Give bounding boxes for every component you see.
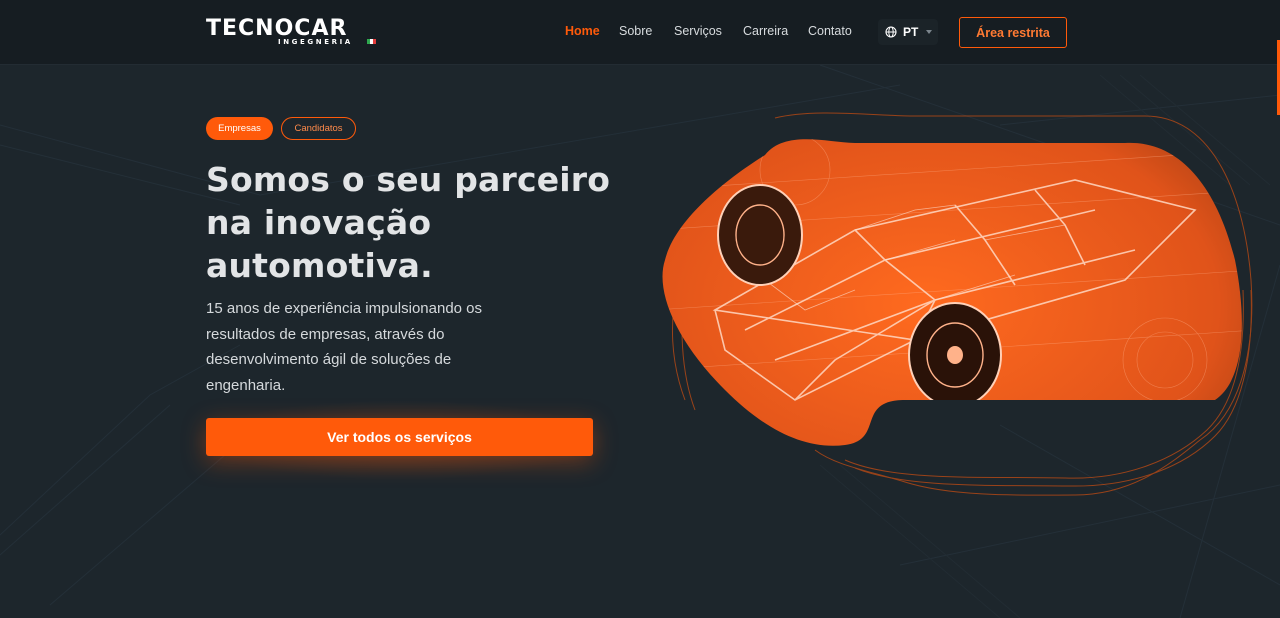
nav-sobre[interactable]: Sobre (619, 24, 652, 38)
next-section-heading (440, 604, 860, 618)
hero-title: Somos o seu parceiro na inovação automot… (206, 158, 636, 287)
nav-servicos[interactable]: Serviços (674, 24, 722, 38)
view-all-services-button[interactable]: Ver todos os serviços (206, 418, 593, 456)
logo-subtitle: INGEGNERIA (278, 38, 353, 46)
hero-title-line-3: automotiva. (206, 246, 433, 285)
italy-flag-icon (367, 39, 376, 44)
nav-home[interactable]: Home (565, 24, 600, 38)
tab-candidatos[interactable]: Candidatos (281, 117, 356, 140)
hero-title-line-1: Somos o seu parceiro (206, 160, 611, 199)
language-selector[interactable]: PT (878, 19, 938, 45)
nav-carreira[interactable]: Carreira (743, 24, 788, 38)
restricted-area-button[interactable]: Área restrita (959, 17, 1067, 48)
hero-description: 15 anos de experiência impulsionando os … (206, 300, 483, 394)
tecnocar-logo[interactable]: TECNOCAR INGEGNERIA (206, 16, 378, 48)
nav-contato[interactable]: Contato (808, 24, 852, 38)
site-header: TECNOCAR INGEGNERIA Home Sobre Serviços … (0, 0, 1280, 65)
car-chassis-image (662, 112, 1253, 496)
language-code: PT (903, 25, 919, 39)
chevron-down-icon (926, 30, 933, 34)
globe-icon (885, 26, 897, 38)
hero-title-line-2: na inovação (206, 203, 432, 242)
tab-empresas[interactable]: Empresas (206, 117, 273, 140)
